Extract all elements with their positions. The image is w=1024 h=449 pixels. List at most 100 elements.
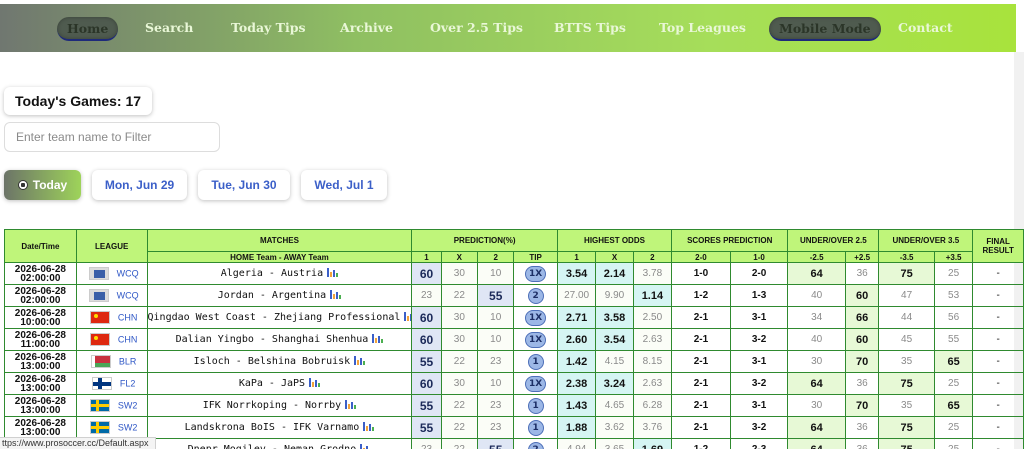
header-datetime: Date/Time [4,229,77,263]
sweden-flag-icon [89,399,110,412]
bar-chart-icon[interactable] [330,290,342,299]
table-row[interactable]: 2026-06-28 11:00:00 CHN Dalian Yingbo - Sha… [4,328,1024,351]
china-flag-icon [89,333,110,346]
match-name[interactable]: Qingdao West Coast - Zhejiang Profession… [148,312,400,323]
cell-match[interactable]: Algeria - Austria [146,262,413,285]
nav-archive[interactable]: Archive [340,4,393,52]
cell-odds-1: 2.38 [556,372,597,395]
cell-league[interactable]: CHN [75,306,148,329]
cell-odds-x: 3.54 [595,328,634,351]
cell-score: 3-1 [729,306,789,329]
cell-pred-1: 55 [411,416,442,439]
cell-league[interactable]: SW2 [75,394,148,417]
table-row[interactable]: 2026-06-28 02:00:00 WCQ Jordan - Argentina 2… [4,284,1024,307]
cell-match[interactable]: Landskrona BoIS - IFK Varnamo [146,416,413,439]
cell-odds-x: 3.24 [595,372,634,395]
match-name[interactable]: Landskrona BoIS - IFK Varnamo [185,422,360,433]
cell-odds-1: 3.54 [556,262,597,285]
cell-pred-1: 60 [411,306,442,329]
cell-score: 2-1 [671,394,731,417]
day-button-label: Today [32,178,68,192]
games-count: Today's Games: 17 [4,87,152,115]
match-name[interactable]: IFK Norrkoping - Norrby [203,400,341,411]
day-button-wed[interactable]: Wed, Jul 1 [301,170,387,200]
cell-match[interactable]: Dnepr Mogilev - Neman Grodno [146,438,413,449]
league-code-link[interactable]: SW2 [118,423,138,433]
cell-uo35: 53 [933,284,974,307]
table-row[interactable]: Dnepr Mogilev - Neman Grodno23225524.943… [4,438,1024,449]
cell-match[interactable]: IFK Norrkoping - Norrby [146,394,413,417]
bar-chart-icon[interactable] [404,312,411,321]
league-code-link[interactable]: CHN [118,335,138,345]
cell-pred-x: 22 [440,394,479,417]
nav-home[interactable]: Home [57,17,119,41]
cell-match[interactable]: Isloch - Belshina Bobruisk [146,350,413,373]
match-name[interactable]: Jordan - Argentina [218,290,326,301]
nav-top-leagues[interactable]: Top Leagues [659,4,746,52]
league-code-link[interactable]: BLR [119,357,137,367]
day-button-tue[interactable]: Tue, Jun 30 [198,170,290,200]
table-row[interactable]: 2026-06-28 13:00:00 FL2 KaPa - JaPS 60 30 10 1X… [4,372,1024,395]
cell-league[interactable]: FL2 [75,372,148,395]
cell-league[interactable]: WCQ [75,262,148,285]
match-name[interactable]: Algeria - Austria [221,268,323,279]
cell-match[interactable]: Jordan - Argentina [146,284,413,307]
cell-score: 2-1 [671,328,731,351]
table-row[interactable]: 2026-06-28 10:00:00 CHN Qingdao West Coast … [4,306,1024,329]
header-odds-x: X [595,251,634,263]
match-name[interactable]: Dnepr Mogilev - Neman Grodno [188,444,357,449]
cell-uo25: 70 [844,394,880,417]
bar-chart-icon[interactable] [372,334,384,343]
cell-final-result: - [972,262,1024,285]
top-nav: Home Search Today Tips Archive Over 2.5 … [0,4,1016,52]
cell-odds-1: 4.94 [556,438,597,449]
league-code-link[interactable]: WCQ [117,291,139,301]
cell-score: 2-1 [671,372,731,395]
bar-chart-icon[interactable] [327,268,339,277]
cell-uo35: 35 [878,394,935,417]
bar-chart-icon[interactable] [360,444,371,449]
day-button-mon[interactable]: Mon, Jun 29 [92,170,187,200]
table-row[interactable]: 2026-06-28 02:00:00 WCQ Algeria - Austria 60… [4,262,1024,285]
day-button-today[interactable]: Today [4,170,81,200]
cell-uo35: 55 [933,328,974,351]
league-code-link[interactable]: CHN [118,313,138,323]
cell-uo35: 75 [878,262,935,285]
bar-chart-icon[interactable] [309,378,321,387]
league-code-link[interactable]: FL2 [120,379,136,389]
bar-chart-icon[interactable] [345,400,357,409]
cell-pred-1: 23 [411,284,442,307]
cell-uo35: 45 [878,328,935,351]
nav-btts-tips[interactable]: BTTS Tips [554,4,626,52]
match-name[interactable]: KaPa - JaPS [239,378,305,389]
match-name[interactable]: Isloch - Belshina Bobruisk [194,356,351,367]
cell-pred-1: 60 [411,328,442,351]
cell-league[interactable]: CHN [75,328,148,351]
table-row[interactable]: 2026-06-28 13:00:00 SW2 Landskrona BoIS - I… [4,416,1024,439]
cell-match[interactable]: KaPa - JaPS [146,372,413,395]
table-row[interactable]: 2026-06-28 13:00:00 SW2 IFK Norrkoping - No… [4,394,1024,417]
table-row[interactable]: 2026-06-28 13:00:00 BLR Isloch - Belshina B… [4,350,1024,373]
cell-score: 3-1 [729,394,789,417]
league-code-link[interactable]: WCQ [117,269,139,279]
cell-uo35: 56 [933,306,974,329]
bar-chart-icon[interactable] [354,356,366,365]
cell-league[interactable]: WCQ [75,284,148,307]
header-under25: -2.5 [787,251,846,263]
bar-chart-icon[interactable] [363,422,375,431]
match-name[interactable]: Dalian Yingbo - Shanghai Shenhua [176,334,369,345]
nav-over-25-tips[interactable]: Over 2.5 Tips [430,4,523,52]
cell-datetime: 2026-06-28 13:00:00 [4,372,77,395]
cell-odds-x: 9.90 [595,284,634,307]
cell-match[interactable]: Dalian Yingbo - Shanghai Shenhua [146,328,413,351]
nav-search[interactable]: Search [145,4,193,52]
cell-uo25: 64 [787,372,846,395]
cell-match[interactable]: Qingdao West Coast - Zhejiang Profession… [146,306,413,329]
cell-league[interactable]: SW2 [75,416,148,439]
nav-mobile-mode[interactable]: Mobile Mode [769,17,881,41]
team-filter-input[interactable] [4,122,220,152]
nav-contact[interactable]: Contact [898,4,953,52]
nav-today-tips[interactable]: Today Tips [231,4,306,52]
league-code-link[interactable]: SW2 [118,401,138,411]
cell-league[interactable]: BLR [75,350,148,373]
